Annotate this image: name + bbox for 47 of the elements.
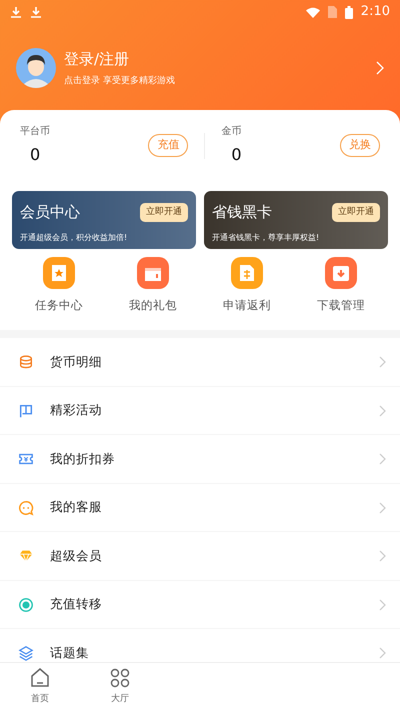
battery-icon xyxy=(344,6,353,18)
wifi-icon xyxy=(306,6,320,18)
shortcut-item[interactable]: 任务中心 xyxy=(12,257,106,314)
wallet-balance: 0 xyxy=(29,144,42,166)
grid-icon xyxy=(109,667,131,689)
promo-title: 会员中心 xyxy=(20,202,80,223)
open-now-button[interactable]: 立即开通 xyxy=(332,202,380,222)
wallet-balance: 0 xyxy=(230,144,243,166)
shortcut-item[interactable]: 申请返利 xyxy=(200,257,294,314)
promo-description: 开通超级会员，积分收益加倍! xyxy=(20,232,128,244)
chat-bubble-icon xyxy=(18,500,34,516)
gift-icon xyxy=(137,257,169,289)
coins-icon xyxy=(18,354,34,370)
task-icon xyxy=(43,257,75,289)
promo-title: 省钱黑卡 xyxy=(212,202,272,223)
shortcut-item[interactable]: 下载管理 xyxy=(294,257,388,314)
coin-icon xyxy=(18,596,34,612)
login-subtitle: 点击登录 享受更多精彩游戏 xyxy=(64,74,176,88)
wallet-label: 金币 xyxy=(221,124,242,139)
download-box-icon xyxy=(325,257,357,289)
diamond-icon xyxy=(18,548,34,564)
bottom-tab[interactable]: 大厅 xyxy=(80,663,160,712)
chevron-right-icon[interactable] xyxy=(376,61,384,75)
open-now-button[interactable]: 立即开通 xyxy=(140,202,188,222)
download-icon xyxy=(10,6,22,18)
chevron-right-icon xyxy=(379,502,386,514)
chevron-right-icon xyxy=(379,647,386,659)
chevron-right-icon xyxy=(379,356,386,368)
promo-card[interactable]: 会员中心 立即开通 开通超级会员，积分收益加倍! xyxy=(12,191,196,249)
promo-description: 开通省钱黑卡，尊享丰厚权益! xyxy=(212,232,320,244)
flag-icon xyxy=(18,402,34,418)
avatar-icon xyxy=(16,48,56,88)
promo-card[interactable]: 省钱黑卡 立即开通 开通省钱黑卡，尊享丰厚权益! xyxy=(204,191,388,249)
layers-icon xyxy=(18,645,34,661)
shortcut-item[interactable]: 我的礼包 xyxy=(106,257,200,314)
chevron-right-icon xyxy=(379,404,386,416)
home-icon xyxy=(29,667,51,689)
chevron-right-icon xyxy=(379,598,386,610)
chevron-right-icon xyxy=(379,550,386,562)
bottom-tab[interactable]: 首页 xyxy=(0,663,80,712)
download-icon xyxy=(30,6,42,18)
rebate-icon xyxy=(231,257,263,289)
wallet-label: 平台币 xyxy=(20,124,51,139)
chevron-right-icon xyxy=(379,453,386,465)
no-sim-icon xyxy=(328,6,337,18)
status-time: 2:10 xyxy=(360,3,390,22)
ticket-icon xyxy=(18,451,34,467)
